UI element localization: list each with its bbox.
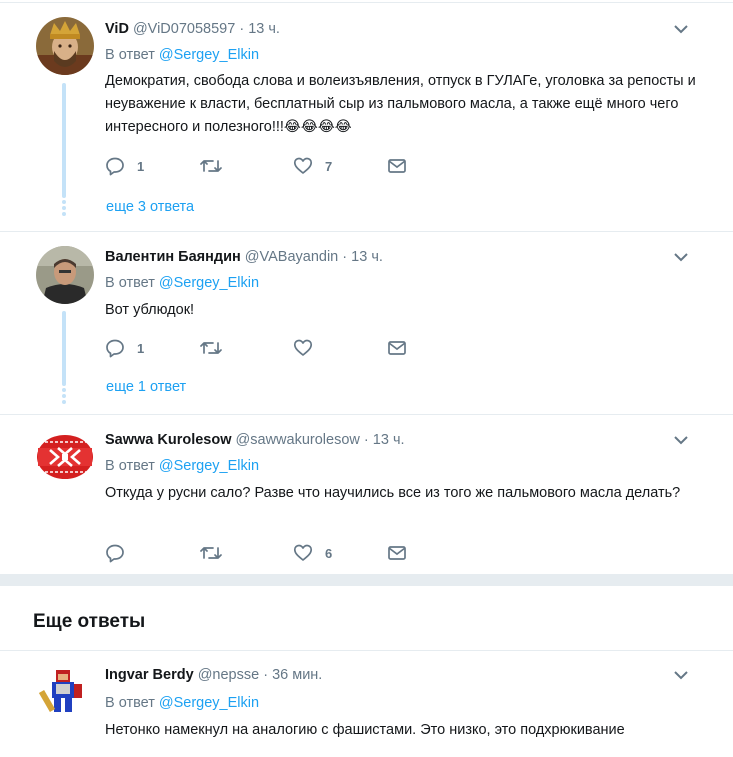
tweet-header: Ingvar Berdy @nepsse · 36 мин. <box>105 665 322 685</box>
reply-prefix: В ответ <box>105 275 155 291</box>
retweet-icon <box>200 342 222 354</box>
reply-count: 1 <box>137 340 145 356</box>
tweet-text: Нетонко намекнул на аналогию с фашистами… <box>105 722 625 738</box>
reply-to-link[interactable]: @Sergey_Elkin <box>159 695 259 711</box>
reply-context: В ответ @Sergey_Elkin <box>105 693 259 713</box>
retweet-button[interactable] <box>200 155 234 177</box>
show-more-replies-link[interactable]: еще 1 ответ <box>106 379 186 395</box>
thread-line <box>62 83 66 198</box>
timestamp[interactable]: 36 мин. <box>272 667 322 683</box>
caret-down-icon[interactable] <box>673 23 689 35</box>
section-title: Еще ответы <box>33 611 146 632</box>
timestamp[interactable]: 13 ч. <box>373 432 405 448</box>
tweet-header: Валентин Баяндин @VABayandin · 13 ч. <box>105 247 383 267</box>
thread-dots <box>62 200 66 218</box>
section-gap <box>0 574 733 586</box>
author-name[interactable]: Валентин Баяндин <box>105 249 241 265</box>
tweet-kurolesow[interactable]: Sawwa Kurolesow @sawwakurolesow · 13 ч. … <box>0 416 733 574</box>
avatar-berdy[interactable] <box>36 664 94 722</box>
reply-button[interactable]: 1 <box>105 337 144 359</box>
reply-to-link[interactable]: @Sergey_Elkin <box>159 47 259 63</box>
tweet-berdy[interactable]: Ingvar Berdy @nepsse · 36 мин. В ответ @… <box>0 651 733 757</box>
timestamp[interactable]: 13 ч. <box>351 249 383 265</box>
like-button[interactable]: 6 <box>293 542 332 564</box>
like-icon <box>293 157 313 174</box>
caret-down-icon[interactable] <box>673 434 689 446</box>
reply-context: В ответ @Sergey_Elkin <box>105 273 259 293</box>
reply-button[interactable] <box>105 542 137 564</box>
caret-down-icon[interactable] <box>673 251 689 263</box>
dm-icon <box>388 546 406 560</box>
reply-count: 1 <box>137 158 145 174</box>
timestamp[interactable]: 13 ч. <box>248 21 280 37</box>
avatar-bayandin[interactable] <box>36 246 94 304</box>
avatar-kurolesow[interactable] <box>36 428 94 486</box>
author-handle[interactable]: @VABayandin <box>245 249 338 265</box>
author-name[interactable]: ViD <box>105 21 129 37</box>
separator: · <box>363 432 369 448</box>
retweet-icon <box>200 160 222 172</box>
author-handle[interactable]: @sawwakurolesow <box>236 432 360 448</box>
retweet-button[interactable] <box>200 542 234 564</box>
like-count: 6 <box>325 545 333 561</box>
tweet-text: Откуда у русни сало? Разве что научились… <box>105 485 681 501</box>
tweet-text: Демократия, свобода слова и волеизъявлен… <box>105 73 696 135</box>
reply-icon <box>106 157 124 176</box>
like-icon <box>293 544 313 561</box>
like-button[interactable] <box>293 337 325 359</box>
reply-to-link[interactable]: @Sergey_Elkin <box>159 458 259 474</box>
thread-dots <box>62 388 66 406</box>
tweet-header: Sawwa Kurolesow @sawwakurolesow · 13 ч. <box>105 430 405 450</box>
reply-context: В ответ @Sergey_Elkin <box>105 45 259 65</box>
reply-button[interactable]: 1 <box>105 155 144 177</box>
reply-prefix: В ответ <box>105 458 155 474</box>
tweet-header: ViD @ViD07058597 · 13 ч. <box>105 19 280 39</box>
tweet-bayandin[interactable]: Валентин Баяндин @VABayandin · 13 ч. В о… <box>0 233 733 415</box>
author-handle[interactable]: @ViD07058597 <box>133 21 235 37</box>
like-count: 7 <box>325 158 333 174</box>
reply-icon <box>106 544 124 563</box>
reply-icon <box>106 339 124 358</box>
separator: · <box>263 667 269 683</box>
reply-prefix: В ответ <box>105 695 155 711</box>
thread-line <box>62 311 66 386</box>
reply-context: В ответ @Sergey_Elkin <box>105 456 259 476</box>
author-name[interactable]: Sawwa Kurolesow <box>105 432 232 448</box>
reply-prefix: В ответ <box>105 47 155 63</box>
separator: · <box>239 21 245 37</box>
dm-button[interactable] <box>387 542 407 564</box>
show-more-replies-link[interactable]: еще 3 ответа <box>106 199 194 215</box>
avatar-vid[interactable] <box>36 17 94 75</box>
author-handle[interactable]: @nepsse <box>198 667 259 683</box>
dm-button[interactable] <box>387 155 407 177</box>
tweet-text: Вот ублюдок! <box>105 302 195 318</box>
caret-down-icon[interactable] <box>673 669 689 681</box>
like-button[interactable]: 7 <box>293 155 332 177</box>
like-icon <box>293 339 313 356</box>
dm-icon <box>388 341 406 355</box>
separator: · <box>342 249 348 265</box>
reply-to-link[interactable]: @Sergey_Elkin <box>159 275 259 291</box>
retweet-icon <box>200 547 222 559</box>
author-name[interactable]: Ingvar Berdy <box>105 667 194 683</box>
dm-icon <box>388 159 406 173</box>
tweet-vid[interactable]: ViD @ViD07058597 · 13 ч. В ответ @Sergey… <box>0 3 733 232</box>
retweet-button[interactable] <box>200 337 234 359</box>
dm-button[interactable] <box>387 337 407 359</box>
